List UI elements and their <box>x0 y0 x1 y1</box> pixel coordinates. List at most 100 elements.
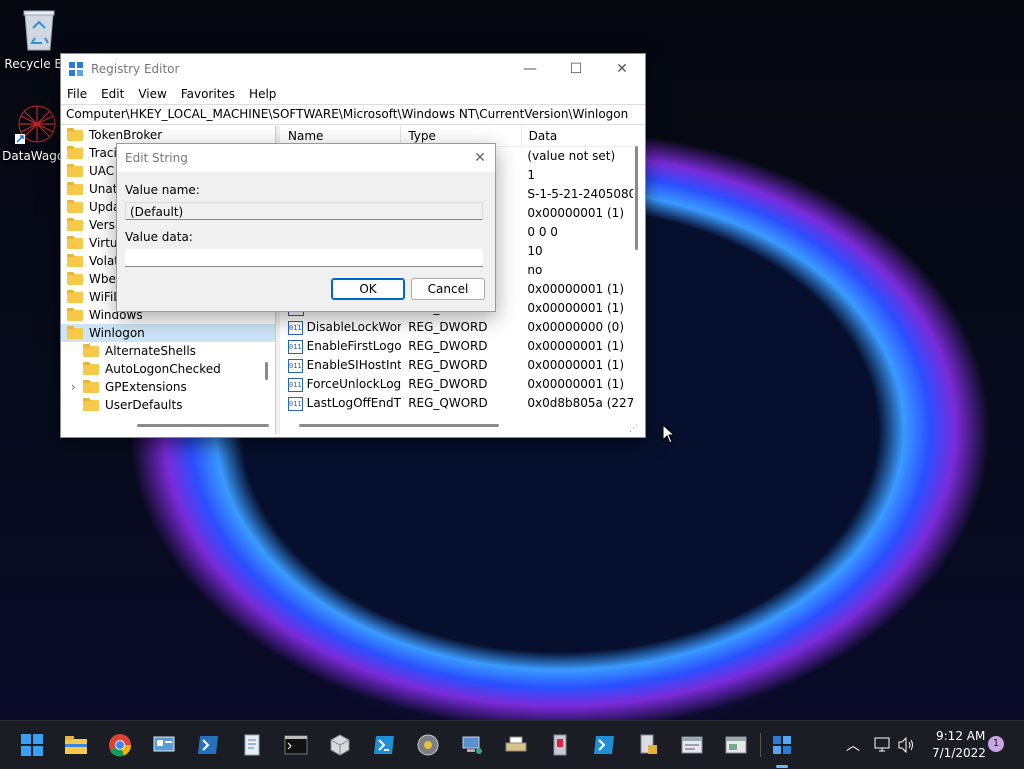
start-button-icon[interactable] <box>20 733 44 757</box>
value-row[interactable]: 011EnableFirstLogo... REG_DWORD 0x00000001… <box>281 337 633 356</box>
folder-icon <box>67 307 83 321</box>
tree-item[interactable]: UserDefaults <box>61 396 275 414</box>
chrome-icon[interactable] <box>108 733 132 757</box>
value-data-cell: 0x00000001 (1) <box>527 282 625 296</box>
menu-file[interactable]: File <box>67 87 87 101</box>
folder-icon <box>83 397 99 411</box>
list-vertical-scrollbar[interactable] <box>633 126 641 416</box>
powershell-ise-icon[interactable] <box>372 733 396 757</box>
folder-icon <box>83 343 99 357</box>
column-header-data[interactable]: Data <box>522 126 633 146</box>
value-data-cell: 0x00000001 (1) <box>527 301 625 315</box>
value-type-cell: REG_DWORD <box>408 377 488 391</box>
value-data-input[interactable] <box>125 249 483 267</box>
clock-time[interactable]: 9:12 AM <box>936 729 985 743</box>
minimize-button[interactable]: — <box>507 54 553 84</box>
network-computer-icon[interactable] <box>460 733 484 757</box>
tree-item[interactable]: AutoLogonChecked <box>61 360 275 378</box>
tree-item-label: AutoLogonChecked <box>105 362 221 376</box>
menu-favorites[interactable]: Favorites <box>181 87 235 101</box>
folder-icon <box>67 217 83 231</box>
file-explorer-icon[interactable] <box>64 733 88 757</box>
close-button[interactable]: ✕ <box>599 54 645 84</box>
address-bar[interactable]: Computer\HKEY_LOCAL_MACHINE\SOFTWARE\Mic… <box>61 104 645 125</box>
control-panel-icon[interactable] <box>152 733 176 757</box>
value-row[interactable]: 011ForceUnlockLog... REG_DWORD 0x00000001 … <box>281 375 633 394</box>
value-data-cell: 0x00000000 (0) <box>527 320 625 334</box>
value-data-label: Value data: <box>125 230 193 244</box>
folder-icon <box>67 163 83 177</box>
value-row[interactable]: 011EnableSIHostInt... REG_DWORD 0x00000001… <box>281 356 633 375</box>
terminal-app-icon[interactable] <box>592 733 616 757</box>
device-app-icon[interactable] <box>548 733 572 757</box>
menu-bar: File Edit View Favorites Help <box>61 84 645 104</box>
menu-view[interactable]: View <box>138 87 166 101</box>
dialog-close-button[interactable]: ✕ <box>465 150 495 166</box>
secure-file-icon[interactable] <box>636 733 660 757</box>
value-data-cell: (value not set) <box>527 149 616 163</box>
tree-item-label: AlternateShells <box>105 344 196 358</box>
value-row[interactable]: 011LastLogOffEndTi... REG_QWORD 0x0d8b805a… <box>281 394 633 413</box>
registry-editor-taskbar-icon[interactable] <box>770 733 794 757</box>
folder-icon <box>67 145 83 159</box>
value-name-text: EnableFirstLogo... <box>306 339 402 353</box>
server-manager-icon[interactable] <box>680 733 704 757</box>
chevron-right-icon[interactable]: › <box>71 378 76 396</box>
clock-date[interactable]: 7/1/2022 <box>932 746 986 760</box>
maximize-button[interactable]: ☐ <box>553 54 599 84</box>
cube-app-icon[interactable] <box>328 733 352 757</box>
value-data-cell: 1 <box>527 168 536 182</box>
list-scrollbar-thumb[interactable] <box>635 146 638 250</box>
taskbar: ︿ 9:12 AM 7/1/2022 1 <box>0 720 1024 769</box>
command-prompt-icon[interactable] <box>284 733 308 757</box>
value-name-text: DisableLockWor... <box>306 320 402 334</box>
value-name-text: LastLogOffEndTi... <box>306 396 402 410</box>
folder-icon <box>83 361 99 375</box>
dword-value-icon: 011 <box>288 377 303 392</box>
dword-value-icon: 011 <box>288 396 303 411</box>
ok-button[interactable]: OK <box>331 278 405 300</box>
network-icon[interactable] <box>874 737 892 753</box>
value-row[interactable]: 011DisableLockWor... REG_DWORD 0x00000000 … <box>281 318 633 337</box>
printer-app-icon[interactable] <box>504 733 528 757</box>
tree-item-label: UAC <box>89 164 115 178</box>
tree-item[interactable]: TokenBroker <box>61 126 275 144</box>
minimize-icon: — <box>523 61 537 77</box>
menu-edit[interactable]: Edit <box>101 87 124 101</box>
value-name-field: (Default) <box>125 202 483 220</box>
value-data-cell: 0x00000001 (1) <box>527 377 625 391</box>
dword-value-icon: 011 <box>288 320 303 335</box>
dialog-titlebar[interactable]: Edit String ✕ <box>117 144 495 172</box>
value-type-cell: REG_QWORD <box>408 396 488 410</box>
notification-badge[interactable]: 1 <box>988 736 1004 752</box>
tree-item-label: TokenBroker <box>89 128 163 142</box>
tree-scrollbar-thumb[interactable] <box>265 362 268 380</box>
tree-item[interactable]: › GPExtensions <box>61 378 275 396</box>
taskbar-separator <box>760 733 761 757</box>
folder-icon <box>67 325 83 339</box>
folder-icon <box>67 199 83 213</box>
datawagon-icon <box>15 105 56 144</box>
menu-help[interactable]: Help <box>249 87 276 101</box>
value-data-cell: no <box>527 263 543 277</box>
list-horizontal-scrollbar[interactable] <box>299 424 499 427</box>
tree-item[interactable]: Winlogon <box>61 324 275 342</box>
registry-editor-icon <box>69 62 83 76</box>
powershell-icon[interactable] <box>196 733 220 757</box>
show-hidden-icons-button[interactable]: ︿ <box>846 735 860 755</box>
edit-string-dialog: Edit String ✕ Value name: (Default) Valu… <box>116 143 496 312</box>
resize-grip-icon[interactable]: ⋰ <box>629 424 638 434</box>
window-titlebar[interactable]: Registry Editor — ☐ ✕ <box>61 54 645 84</box>
management-console-icon[interactable] <box>724 733 748 757</box>
cancel-button[interactable]: Cancel <box>411 278 485 300</box>
volume-icon[interactable] <box>898 737 916 753</box>
disc-app-icon[interactable] <box>416 733 440 757</box>
tree-item[interactable]: AlternateShells <box>61 342 275 360</box>
dword-value-icon: 011 <box>288 358 303 373</box>
notepad-icon[interactable] <box>240 733 264 757</box>
tree-horizontal-scrollbar[interactable] <box>137 424 269 427</box>
value-data-cell: 0x00000001 (1) <box>527 206 625 220</box>
folder-icon <box>67 181 83 195</box>
window-title: Registry Editor <box>91 62 180 76</box>
value-data-cell: 0 0 0 <box>527 225 558 239</box>
